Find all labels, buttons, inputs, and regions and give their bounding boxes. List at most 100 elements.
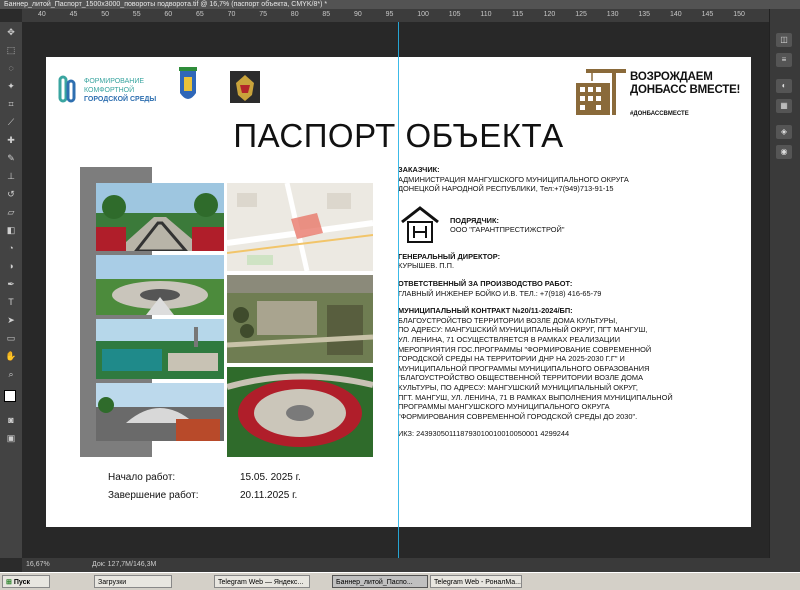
doc-size: Док: 127,7M/146,3M xyxy=(92,561,157,568)
blur-tool-icon[interactable]: ◔ xyxy=(5,242,17,254)
zoom-tool-icon[interactable]: ⌕ xyxy=(5,368,17,380)
customer-heading: ЗАКАЗЧИК: xyxy=(398,165,440,174)
donbass-banner: ВОЗРОЖДАЕМ ДОНБАСС ВМЕСТЕ! #ДОНБАССВМЕСТ… xyxy=(572,65,744,121)
task-telegram-web[interactable]: Telegram Web - РоналМа... xyxy=(430,575,522,588)
contract-line: ПО АДРЕСУ: МАНГУШСКИЙ МУНИЦИПАЛЬНЫЙ ОКРУ… xyxy=(398,325,648,335)
gradient-tool-icon[interactable]: ◧ xyxy=(5,224,17,236)
contractor-name: ООО "ГАРАНТПРЕСТИЖСТРОЙ" xyxy=(450,225,565,235)
quick-mask-icon[interactable]: ◙ xyxy=(5,414,17,426)
status-bar: 16,67% Док: 127,7M/146,3M xyxy=(22,558,800,572)
windows-taskbar: ⊞ Пуск Загрузки Telegram Web — Яндекс...… xyxy=(0,572,800,590)
eyedropper-icon[interactable]: ⟋ xyxy=(5,116,17,128)
start-icon: ⊞ xyxy=(6,579,12,586)
start-date: 15.05. 2025 г. xyxy=(240,472,301,483)
ruler-tick: 130 xyxy=(606,11,619,18)
magic-wand-icon[interactable]: ✦ xyxy=(5,80,17,92)
layers-panel-icon[interactable]: ◈ xyxy=(776,125,792,139)
marquee-tool-icon[interactable]: ⬚ xyxy=(5,44,17,56)
director-name: КУРЫШЕВ. П.П. xyxy=(398,261,455,271)
crop-tool-icon[interactable]: ⌗ xyxy=(5,98,17,110)
ruler-tick: 125 xyxy=(575,11,587,18)
customer-line2: ДОНЕЦКОЙ НАРОДНОЙ РЕСПУБЛИКИ, Тел:+7(949… xyxy=(398,184,614,194)
responsible-heading: ОТВЕТСТВЕННЫЙ ЗА ПРОИЗВОДСТВО РАБОТ: xyxy=(398,278,573,288)
foreground-color-swatch[interactable] xyxy=(4,390,16,402)
zoom-level[interactable]: 16,67% xyxy=(26,558,50,572)
move-tool-icon[interactable]: ✥ xyxy=(5,26,17,38)
properties-panel-icon[interactable]: ≡ xyxy=(776,53,792,67)
brush-tool-icon[interactable]: ✎ xyxy=(5,152,17,164)
ruler-tick: 120 xyxy=(543,11,556,18)
ruler-tick: 75 xyxy=(259,11,267,18)
contractor-heading: ПОДРЯДЧИК: xyxy=(450,215,499,225)
render-photo-4 xyxy=(96,383,224,441)
banner-line1: ВОЗРОЖДАЕМ xyxy=(630,71,713,83)
ruler-tick: 150 xyxy=(733,11,745,18)
director-heading: ГЕНЕРАЛЬНЫЙ ДИРЕКТОР: xyxy=(398,251,501,261)
contract-line: МУНИЦИПАЛЬНОЙ ПРОГРАММЫ МУНИЦИПАЛЬНОГО О… xyxy=(398,363,650,373)
panel-dock: ◫ ≡ ◐ ▦ ◈ ◉ xyxy=(769,9,800,558)
shape-tool-icon[interactable]: ▭ xyxy=(5,332,17,344)
aerial-photo xyxy=(227,275,373,363)
contract-line: "БЛАГОУСТРОЙСТВО ОБЩЕСТВЕННОЙ ТЕРРИТОРИИ… xyxy=(398,373,643,383)
contract-line: ПГТ. МАНГУШ, УЛ. ЛЕНИНА, 71 В РАМКАХ ВЫП… xyxy=(398,392,673,402)
history-brush-icon[interactable]: ↺ xyxy=(5,188,17,200)
object-info: ЗАКАЗЧИК: АДМИНИСТРАЦИЯ МАНГУШСКОГО МУНИ… xyxy=(398,165,748,439)
ruler-tick: 95 xyxy=(385,11,394,18)
end-label: Завершение работ: xyxy=(108,490,199,501)
contractor-block: ПОДРЯДЧИК: ООО "ГАРАНТПРЕСТИЖСТРОЙ" xyxy=(398,202,748,248)
ruler-tick: 110 xyxy=(480,11,492,18)
ruler-top: 40 45 50 55 60 65 70 75 80 85 90 95 100 105 110 115 120 1… xyxy=(22,9,770,23)
eraser-tool-icon[interactable]: ▱ xyxy=(5,206,17,218)
ruler-tick: 85 xyxy=(322,11,331,18)
path-select-icon[interactable]: ➤ xyxy=(5,314,17,326)
contract-heading: МУНИЦИПАЛЬНЫЙ КОНТРАКТ №20/11-2024/БП: xyxy=(398,306,573,316)
task-downloads[interactable]: Загрузки xyxy=(94,575,172,588)
contract-line: МЕРОПРИЯТИЯ ГОС.ПРОГРАММЫ "ФОРМИРОВАНИЕ … xyxy=(398,344,652,354)
ruler-tick: 50 xyxy=(101,11,109,18)
contract-line: КУЛЬТУРЫ, ПО АДРЕСУ: МАНГУШСКИЙ МУНИЦИПА… xyxy=(398,382,638,392)
screen-mode-icon[interactable]: ▣ xyxy=(5,432,17,444)
contract-line: БЛАГОУСТРОЙСТВО ТЕРРИТОРИИ ВОЗЛЕ ДОМА КУ… xyxy=(398,315,618,325)
banner-line2: ДОНБАСС ВМЕСТЕ! xyxy=(630,84,741,96)
site-map-photo xyxy=(227,183,373,271)
ruler-tick: 65 xyxy=(196,11,204,18)
crane-building-icon xyxy=(576,69,626,115)
fks-logo-line2: КОМФОРТНОЙ xyxy=(84,87,135,94)
ruler-tick: 90 xyxy=(354,11,362,18)
lasso-tool-icon[interactable]: ◌ xyxy=(5,62,17,74)
render-photo-5 xyxy=(227,367,373,457)
render-photo-1 xyxy=(96,183,224,251)
ruler-tick: 60 xyxy=(164,11,173,18)
start-button[interactable]: ⊞ Пуск xyxy=(2,575,50,588)
channels-panel-icon[interactable]: ◉ xyxy=(776,145,792,159)
contract-line: "ФОРМИРОВАНИЯ СОВРЕМЕННОЙ ГОРОДСКОЙ СРЕД… xyxy=(398,411,638,421)
start-label: Начало работ: xyxy=(108,472,176,483)
render-photo-2 xyxy=(96,255,224,315)
ruler-tick: 40 xyxy=(38,11,46,18)
guide-line[interactable] xyxy=(398,22,399,558)
text-tool-icon[interactable]: T xyxy=(5,296,17,308)
ruler-tick: 45 xyxy=(69,11,78,18)
ruler-tick: 105 xyxy=(448,11,461,18)
ruler-tick: 55 xyxy=(132,11,141,18)
window-title: Баннер_литой_Паспорт_1500х3000_повороты … xyxy=(0,0,800,9)
history-panel-icon[interactable]: ◫ xyxy=(776,33,792,47)
swatches-panel-icon[interactable]: ▦ xyxy=(776,99,792,113)
responsible-name: ГЛАВНЫЙ ИНЖЕНЕР БОЙКО И.В. ТЕЛ.: +7(918)… xyxy=(398,288,602,298)
color-panel-icon[interactable]: ◐ xyxy=(776,79,792,93)
customer-line1: АДМИНИСТРАЦИЯ МАНГУШСКОГО МУНИЦИПАЛЬНОГО… xyxy=(398,174,629,184)
ruler-tick: 80 xyxy=(290,11,299,18)
dodge-tool-icon[interactable]: ◑ xyxy=(5,260,17,272)
task-telegram-yandex[interactable]: Telegram Web — Яндекс... xyxy=(214,575,310,588)
healing-brush-icon[interactable]: ✚ xyxy=(5,134,17,146)
ruler-tick: 145 xyxy=(701,11,714,18)
pen-tool-icon[interactable]: ✒ xyxy=(5,278,17,290)
stamp-tool-icon[interactable]: ⊥ xyxy=(5,170,17,182)
end-date: 20.11.2025 г. xyxy=(240,490,298,501)
render-photo-3 xyxy=(96,319,224,379)
contract-line: ПРОГРАММЫ МАНГУШСКОГО МУНИЦИПАЛЬНОГО ОКР… xyxy=(398,402,610,412)
fks-logo-icon xyxy=(58,75,76,103)
hand-tool-icon[interactable]: ✋ xyxy=(5,350,17,362)
ruler-tick: 100 xyxy=(417,11,429,18)
task-photoshop-banner[interactable]: Баннер_литой_Паспо... xyxy=(332,575,428,588)
